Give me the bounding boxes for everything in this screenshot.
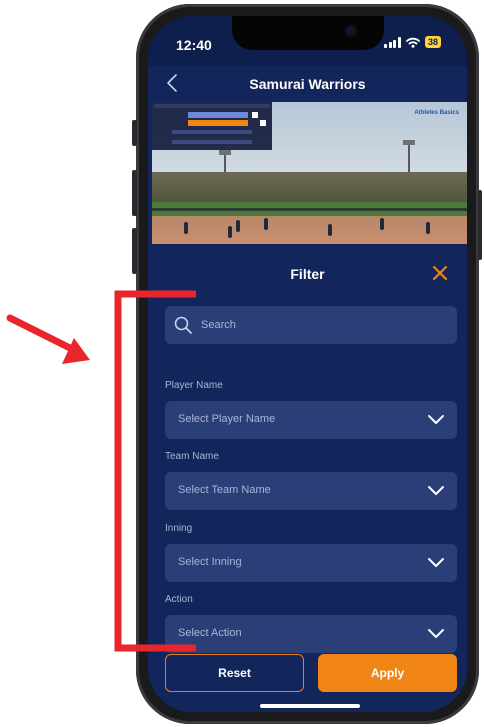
away-team-bar [188, 120, 248, 126]
wifi-icon [406, 37, 420, 48]
video-trees [152, 172, 467, 204]
brand-logo: Athletes Basics [414, 110, 459, 116]
light-head [403, 140, 415, 145]
camera-dot [346, 26, 356, 36]
close-icon[interactable] [431, 264, 449, 282]
search-box[interactable] [165, 306, 457, 344]
inning-placeholder: Select Inning [178, 556, 242, 568]
score-info-row [172, 130, 252, 134]
video-infield [152, 216, 467, 244]
home-indicator [260, 704, 360, 708]
signal-icon [384, 36, 401, 48]
player-figure [328, 224, 332, 236]
score-box [260, 120, 266, 126]
volume-down-button [132, 228, 137, 274]
player-figure [426, 222, 430, 234]
player-figure [380, 218, 384, 230]
chevron-down-icon [428, 558, 444, 567]
inning-label: Inning [165, 523, 193, 534]
reset-button[interactable]: Reset [165, 654, 304, 692]
filter-title: Filter [290, 266, 325, 282]
chevron-down-icon [428, 486, 444, 495]
player-figure [184, 222, 188, 234]
silent-switch [132, 120, 137, 146]
home-team-bar [188, 112, 248, 118]
search-icon [174, 316, 192, 334]
player-figure [228, 226, 232, 238]
inning-select[interactable]: Select Inning [165, 544, 457, 582]
battery-icon: 38 [424, 36, 441, 48]
player-figure [264, 218, 268, 230]
annotation-arrow-icon [6, 314, 90, 364]
action-select[interactable]: Select Action [165, 615, 457, 653]
chevron-down-icon [428, 629, 444, 638]
score-box [252, 112, 258, 118]
video-fence [152, 208, 467, 211]
video-player[interactable]: Athletes Basics [152, 102, 467, 244]
player-name-label: Player Name [165, 380, 223, 391]
player-name-select[interactable]: Select Player Name [165, 401, 457, 439]
volume-up-button [132, 170, 137, 216]
action-placeholder: Select Action [178, 627, 242, 639]
apply-button[interactable]: Apply [318, 654, 457, 692]
score-header [154, 104, 270, 108]
search-input[interactable] [201, 306, 451, 344]
score-overlay [152, 102, 272, 150]
action-label: Action [165, 594, 193, 605]
chevron-down-icon [428, 415, 444, 424]
team-name-label: Team Name [165, 451, 219, 462]
status-time: 12:40 [176, 37, 212, 53]
player-name-placeholder: Select Player Name [178, 413, 276, 425]
team-name-select[interactable]: Select Team Name [165, 472, 457, 510]
phone-screen: 12:40 38 Samurai Warriors Athletes Basic… [148, 16, 467, 712]
player-figure [236, 220, 240, 232]
status-icons: 38 [384, 36, 441, 48]
notch [232, 16, 384, 50]
nav-bar: Samurai Warriors [148, 66, 467, 102]
power-button [478, 190, 482, 260]
light-head [219, 150, 231, 155]
page-title: Samurai Warriors [249, 76, 366, 92]
team-name-placeholder: Select Team Name [178, 484, 271, 496]
score-info-row [172, 140, 252, 144]
filter-panel: Filter Player Name Select Player Name Te… [148, 244, 467, 712]
